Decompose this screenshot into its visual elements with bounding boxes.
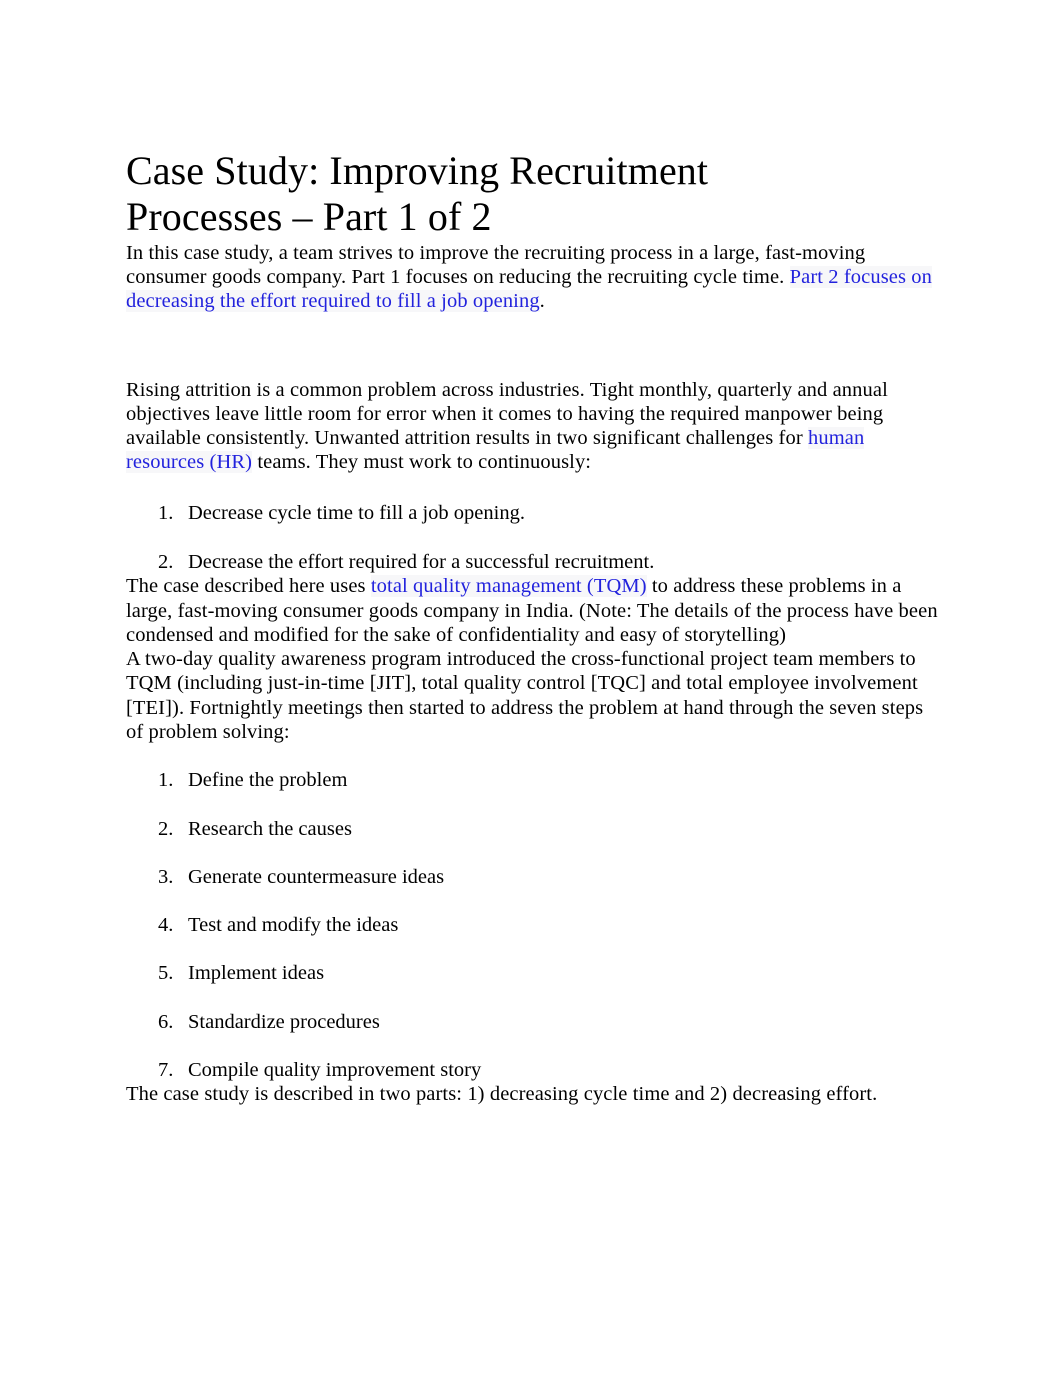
- list-item: 3. Generate countermeasure ideas: [126, 865, 938, 889]
- list-item-label: Compile quality improvement story: [188, 1058, 482, 1081]
- intro-paragraph: In this case study, a team strives to im…: [126, 241, 938, 314]
- tqm-text-before-link: The case described here uses: [126, 575, 371, 598]
- list-item-number: 4.: [158, 914, 174, 937]
- list-item: 4. Test and modify the ideas: [126, 913, 938, 937]
- intro-text-after-link: .: [539, 290, 545, 313]
- list-item-number: 5.: [158, 962, 174, 985]
- attrition-text-before-link: Rising attrition is a common problem acr…: [126, 378, 888, 450]
- list-item-label: Decrease the effort required for a succe…: [188, 551, 655, 574]
- list-item: 7. Compile quality improvement story: [126, 1058, 938, 1082]
- list-item-label: Generate countermeasure ideas: [188, 865, 445, 888]
- list-item-number: 1.: [158, 769, 174, 792]
- list-item: 1. Define the problem: [126, 768, 938, 792]
- list-item: 6. Standardize procedures: [126, 1010, 938, 1034]
- list-item-label: Implement ideas: [188, 962, 325, 985]
- attrition-text-after-link: teams. They must work to continuously:: [252, 451, 592, 474]
- list-item-label: Test and modify the ideas: [188, 914, 399, 937]
- list-item-label: Define the problem: [188, 769, 348, 792]
- intro-text-before-link: In this case study, a team strives to im…: [126, 241, 866, 289]
- list-item-number: 1.: [158, 501, 174, 524]
- challenges-list: 1. Decrease cycle time to fill a job open…: [126, 501, 938, 575]
- list-item-number: 2.: [158, 817, 174, 840]
- list-item-number: 2.: [158, 551, 174, 574]
- document-content: Case Study: Improving Recruitment Process…: [126, 0, 938, 1107]
- list-item-number: 3.: [158, 865, 174, 888]
- attrition-paragraph: Rising attrition is a common problem acr…: [126, 378, 938, 475]
- program-paragraph: A two-day quality awareness program intr…: [126, 648, 924, 743]
- tqm-paragraph: The case described here uses total quali…: [126, 574, 938, 647]
- list-item-label: Research the causes: [188, 817, 352, 840]
- list-item: 2. Decrease the effort required for a suc…: [126, 550, 938, 574]
- page-title-line-1: Case Study: Improving Recruitment: [126, 148, 709, 193]
- closing-paragraph: The case study is described in two parts…: [126, 1083, 878, 1106]
- problem-solving-steps-list: 1. Define the problem 2. Research the caus…: [126, 768, 938, 1082]
- page-title-line-2: Processes – Part 1 of 2: [126, 194, 492, 240]
- list-item: 5. Implement ideas: [126, 961, 938, 985]
- list-item: 1. Decrease cycle time to fill a job open…: [126, 501, 938, 525]
- list-item-label: Standardize procedures: [188, 1010, 380, 1033]
- list-item-number: 6.: [158, 1010, 174, 1033]
- document-page: Case Study: Improving Recruitment Process…: [0, 0, 1062, 1377]
- page-title: Case Study: Improving Recruitment Process…: [126, 0, 786, 241]
- list-item-label: Decrease cycle time to fill a job openin…: [188, 501, 525, 524]
- list-item: 2. Research the causes: [126, 817, 938, 841]
- tqm-link[interactable]: total quality management (TQM): [370, 575, 647, 598]
- list-item-number: 7.: [158, 1058, 174, 1081]
